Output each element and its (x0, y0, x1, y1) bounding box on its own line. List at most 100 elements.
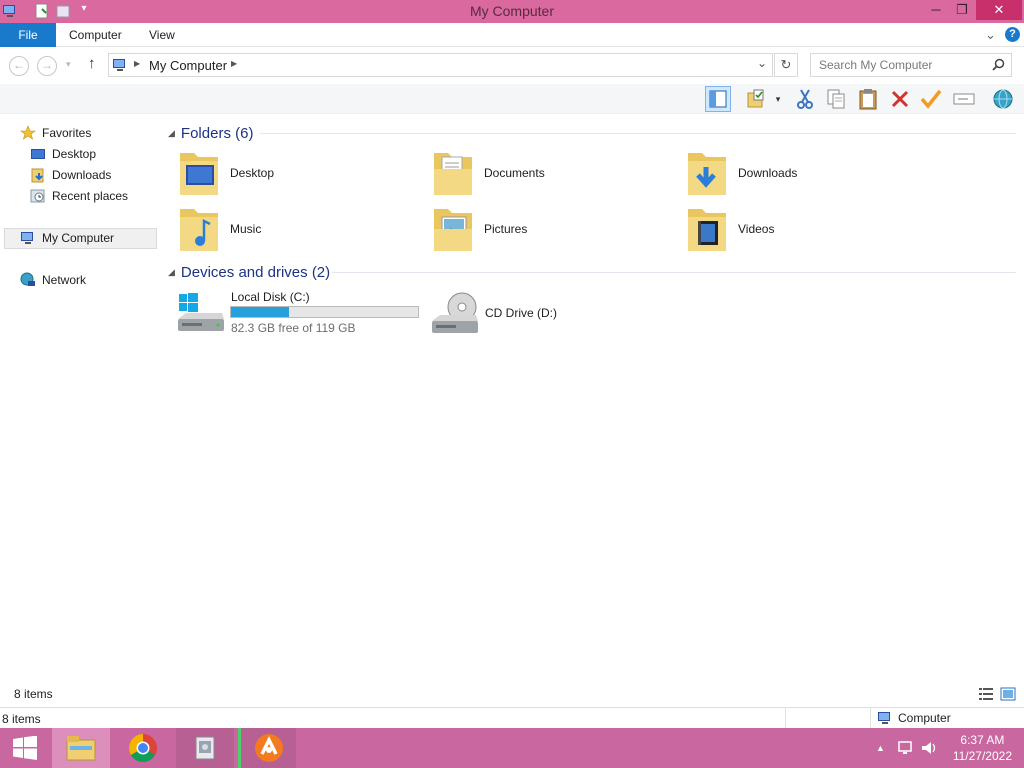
volume-tray-icon[interactable] (920, 728, 938, 768)
folder-label: Downloads (738, 166, 798, 180)
nav-recent-places[interactable]: Recent places (30, 186, 128, 206)
search-input[interactable]: Search My Computer (810, 53, 1012, 77)
details-divider (785, 708, 786, 729)
clock[interactable]: 6:37 AM 11/27/2022 (953, 732, 1012, 764)
cd-drive-icon (430, 291, 480, 340)
pictures-folder-icon (432, 205, 474, 253)
nav-favorites[interactable]: Favorites (20, 123, 91, 143)
avast-icon (254, 734, 283, 762)
ribbon-tabs: File Computer View ⌄ ? (0, 23, 1024, 47)
folders-header-label: Folders (6) (180, 124, 254, 142)
tab-file[interactable]: File (0, 23, 56, 47)
details-item-count: 8 items (2, 712, 41, 726)
status-bar: 8 items (0, 683, 1024, 705)
delete-icon[interactable] (887, 86, 913, 112)
back-button[interactable]: ← (9, 56, 29, 76)
copy-icon[interactable] (823, 86, 849, 112)
nav-desktop[interactable]: Desktop (30, 144, 96, 164)
folder-label: Desktop (230, 166, 275, 180)
collapse-triangle-icon[interactable]: ◢ (168, 267, 175, 278)
folder-tile-videos[interactable]: Videos (668, 203, 908, 255)
recent-locations-icon[interactable]: ▾ (66, 59, 71, 70)
large-icons-view-icon[interactable] (1000, 686, 1016, 702)
network-icon (20, 272, 36, 288)
folder-label: Documents (484, 166, 545, 180)
drives-group-header[interactable]: ◢ Devices and drives (2) (168, 262, 330, 282)
folders-group-header[interactable]: ◢ Folders (6) (168, 123, 253, 143)
folder-label: Music (230, 222, 262, 236)
taskbar-file-explorer[interactable] (52, 728, 110, 768)
checkmark-icon[interactable] (918, 86, 944, 112)
details-location-label: Computer (898, 711, 951, 725)
folder-tile-downloads[interactable]: Downloads (668, 147, 908, 199)
folder-options-dropdown-icon[interactable]: ▾ (769, 86, 787, 112)
content-pane: ◢ Folders (6) Desktop Documents Download… (160, 115, 1024, 675)
tab-view[interactable]: View (149, 23, 175, 47)
details-bar: 8 items Computer (0, 707, 1024, 729)
network-globe-icon[interactable] (990, 86, 1016, 112)
address-dropdown-icon[interactable]: ⌄ (757, 56, 767, 70)
nav-recent-places-label: Recent places (52, 189, 129, 203)
clock-date: 11/27/2022 (952, 749, 1012, 763)
details-view-icon[interactable] (978, 686, 994, 702)
folder-tile-music[interactable]: Music (160, 203, 400, 255)
close-button[interactable]: ✕ (976, 0, 1022, 20)
drive-tile-cd[interactable]: CD Drive (D:) (414, 287, 654, 341)
address-row: ← → ▾ ↑ ▶ My Computer ▶ ⌄ ↻ Search My Co… (0, 50, 1024, 82)
folder-properties-icon[interactable] (743, 86, 769, 112)
nav-downloads[interactable]: Downloads (30, 165, 111, 185)
cut-icon[interactable] (792, 86, 818, 112)
group-divider (260, 133, 1016, 134)
nav-downloads-label: Downloads (52, 168, 112, 182)
breadcrumb-expand-icon[interactable]: ▶ (231, 59, 237, 68)
videos-folder-icon (686, 205, 728, 253)
tab-computer[interactable]: Computer (69, 23, 122, 47)
nav-network[interactable]: Network (20, 270, 86, 290)
nav-network-label: Network (42, 273, 87, 287)
computer-icon (878, 712, 890, 724)
navigation-pane: Favorites Desktop Downloads Recent place… (0, 115, 158, 675)
disk-usage-bar (230, 306, 419, 318)
address-path[interactable]: My Computer (149, 58, 227, 73)
show-hidden-icons-icon[interactable]: ▲ (876, 728, 885, 768)
taskbar-chrome[interactable] (114, 728, 172, 768)
disk-usage-fill (231, 307, 289, 317)
nav-favorites-label: Favorites (42, 126, 92, 140)
explorer-window: ▾ My Computer ─ ❐ ✕ File Computer View ⌄… (0, 0, 1024, 768)
drive-label: Local Disk (C:) (231, 290, 310, 304)
taskbar-avast[interactable] (238, 728, 296, 768)
preview-pane-icon[interactable] (705, 86, 731, 112)
up-button[interactable]: ↑ (88, 55, 96, 72)
folder-tile-desktop[interactable]: Desktop (160, 147, 400, 199)
search-icon[interactable] (992, 58, 1005, 74)
paste-icon[interactable] (855, 86, 881, 112)
nav-desktop-label: Desktop (52, 147, 97, 161)
file-explorer-icon (66, 736, 96, 761)
folder-tile-pictures[interactable]: Pictures (414, 203, 654, 255)
desktop-folder-icon (178, 149, 220, 197)
recent-places-icon (30, 188, 46, 204)
taskbar: ▲ 6:37 AM 11/27/2022 (0, 728, 1024, 768)
forward-button[interactable]: → (37, 56, 57, 76)
search-placeholder: Search My Computer (819, 58, 933, 72)
taskbar-app[interactable] (176, 728, 234, 768)
folder-tile-documents[interactable]: Documents (414, 147, 654, 199)
address-bar[interactable]: ▶ My Computer ▶ ⌄ (108, 53, 773, 77)
folder-label: Pictures (484, 222, 528, 236)
network-tray-icon[interactable] (897, 728, 915, 768)
nav-my-computer[interactable]: My Computer (20, 228, 114, 248)
help-icon[interactable]: ? (1005, 27, 1020, 42)
start-icon (13, 736, 37, 760)
collapse-triangle-icon[interactable]: ◢ (168, 128, 175, 139)
computer-icon (112, 57, 128, 76)
drive-tile-local-disk[interactable]: Local Disk (C:) 82.3 GB free of 119 GB (160, 287, 420, 341)
breadcrumb-separator-icon[interactable]: ▶ (134, 59, 140, 68)
disk-free-text: 82.3 GB free of 119 GB (231, 321, 356, 335)
star-icon (20, 125, 36, 141)
restore-button[interactable]: ❐ (947, 0, 977, 20)
start-button[interactable] (0, 728, 50, 768)
ribbon-expand-icon[interactable]: ⌄ (985, 23, 996, 47)
rename-icon[interactable] (951, 86, 977, 112)
title-bar[interactable]: ▾ My Computer ─ ❐ ✕ (0, 0, 1024, 23)
refresh-button[interactable]: ↻ (774, 53, 798, 77)
